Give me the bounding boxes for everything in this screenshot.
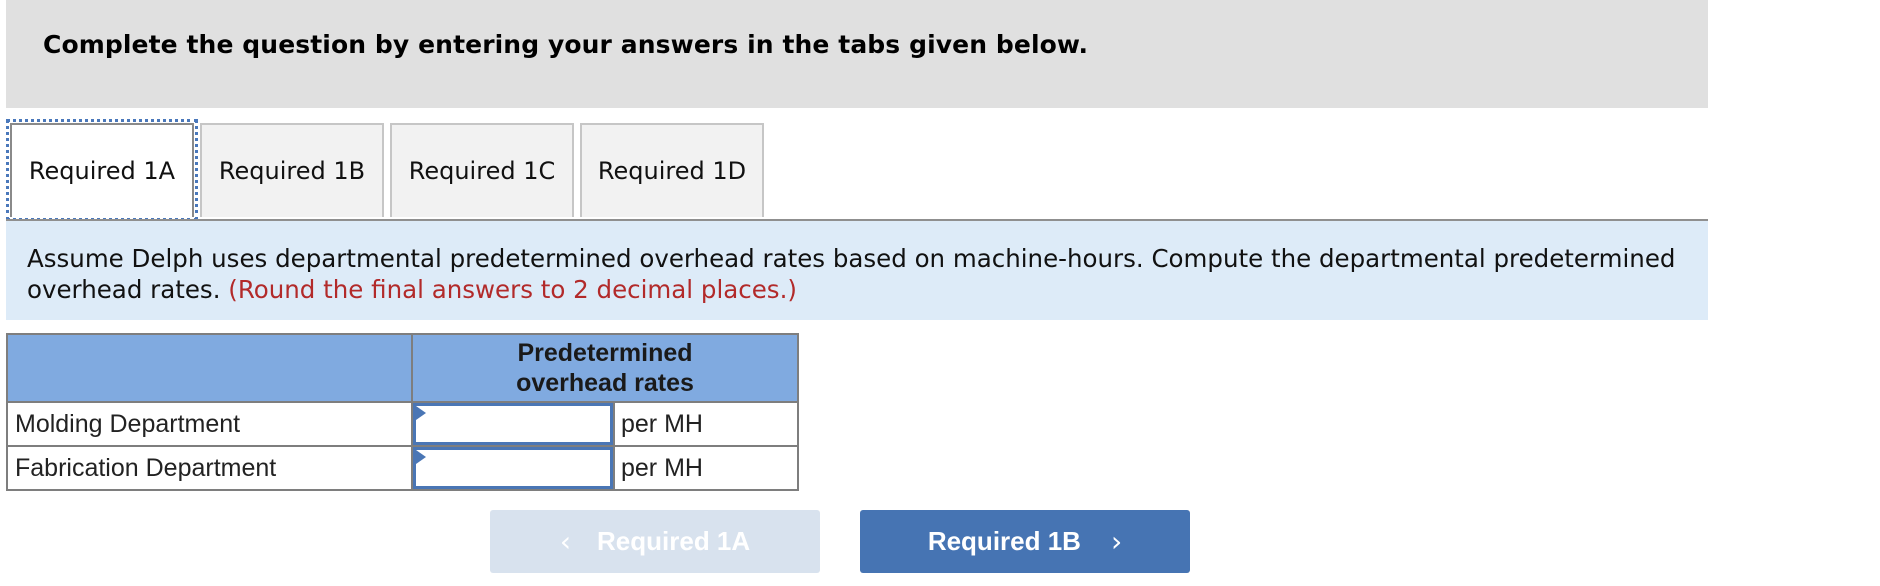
column-header-text: Predetermined overhead rates: [516, 339, 694, 397]
table-header-row: Predetermined overhead rates: [6, 333, 799, 403]
tab-bar: Required 1A Required 1B Required 1C Requ…: [0, 119, 1880, 221]
table-row: Molding Department per MH: [6, 401, 799, 447]
fabrication-rate-input[interactable]: [413, 447, 613, 489]
tab-required-1a[interactable]: Required 1A: [6, 119, 198, 221]
chevron-right-icon: ›: [1110, 525, 1123, 558]
tab-required-1b[interactable]: Required 1B: [200, 123, 384, 217]
input-flag-icon: [416, 406, 426, 420]
column-header-overhead-rates: Predetermined overhead rates: [411, 333, 799, 403]
blank-header-cell: [6, 333, 413, 403]
chevron-left-icon: ‹: [559, 525, 572, 558]
prompt-text: Assume Delph uses departmental predeterm…: [27, 243, 1687, 305]
unit-label: per MH: [613, 445, 799, 491]
input-cell: [411, 401, 615, 447]
instructions-banner: Complete the question by entering your a…: [6, 0, 1708, 108]
tab-required-1d[interactable]: Required 1D: [580, 123, 764, 217]
prev-button[interactable]: ‹ Required 1A: [490, 510, 820, 573]
unit-label: per MH: [613, 401, 799, 447]
next-button[interactable]: Required 1B ›: [860, 510, 1190, 573]
overhead-rates-table: Predetermined overhead rates Molding Dep…: [6, 333, 799, 491]
prev-button-label: Required 1A: [597, 526, 751, 556]
input-flag-icon: [416, 450, 426, 464]
row-label-fabrication: Fabrication Department: [6, 445, 413, 491]
next-button-label: Required 1B: [927, 526, 1081, 556]
input-cell: [411, 445, 615, 491]
question-prompt: Assume Delph uses departmental predeterm…: [6, 219, 1708, 320]
instructions-text: Complete the question by entering your a…: [43, 30, 1089, 59]
rounding-note: (Round the final answers to 2 decimal pl…: [228, 275, 797, 304]
tab-required-1c[interactable]: Required 1C: [390, 123, 574, 217]
molding-rate-input[interactable]: [413, 403, 613, 445]
table-row: Fabrication Department per MH: [6, 445, 799, 491]
row-label-molding: Molding Department: [6, 401, 413, 447]
